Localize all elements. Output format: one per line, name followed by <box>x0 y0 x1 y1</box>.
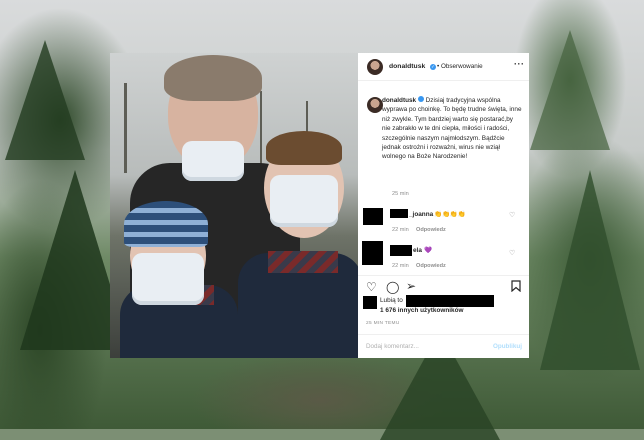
posted-ago: 25 MIN TEMU <box>366 321 400 326</box>
caption-author-avatar[interactable] <box>367 97 383 113</box>
bookmark-icon[interactable] <box>511 280 521 294</box>
add-comment-input[interactable] <box>366 341 486 352</box>
redacted-avatar <box>363 208 383 225</box>
adult-face-mask <box>182 141 244 181</box>
caption-author[interactable]: donaldtusk <box>382 97 416 104</box>
comment-username[interactable]: _joanna <box>409 211 433 218</box>
post-photo[interactable] <box>110 53 358 358</box>
comment-text: 👏👏👏👏 <box>434 211 466 218</box>
comment-like-heart-icon[interactable]: ♡ <box>509 249 515 257</box>
lamp-post <box>260 91 262 171</box>
comment-text: 💜 <box>424 247 432 254</box>
verified-badge-icon: ✓ <box>430 64 436 70</box>
adult-hair <box>164 55 262 101</box>
right-boy-hair <box>266 131 342 165</box>
left-boy-beanie <box>124 201 208 247</box>
author-username[interactable]: donaldtusk <box>389 63 425 70</box>
comment-reply-button[interactable]: Odpowiedz <box>416 227 446 233</box>
post-header: donaldtusk ✓ • Obserwowanie ··· <box>358 53 529 81</box>
share-icon[interactable]: ➢ <box>406 280 416 292</box>
redacted-liker-name <box>406 295 494 307</box>
left-boy-face-mask <box>132 253 204 305</box>
follow-status-button[interactable]: • Obserwowanie <box>437 63 483 70</box>
right-boy-scarf <box>268 251 338 273</box>
likes-prefix: Lubią to <box>380 297 403 304</box>
comment-username[interactable]: ela <box>413 247 422 254</box>
comment-timestamp: 22 min <box>392 227 409 233</box>
instagram-post-card: donaldtusk ✓ • Obserwowanie ··· donaldtu… <box>358 53 529 358</box>
heart-icon[interactable]: ♡ <box>366 281 377 293</box>
comment-reply-button[interactable]: Odpowiedz <box>416 263 446 269</box>
verified-badge-icon <box>417 96 424 102</box>
caption-text: Dzisiaj tradycyjna wspólna wyprawa po ch… <box>382 97 522 161</box>
post-caption: donaldtusk Dzisiaj tradycyjna wspólna wy… <box>382 96 522 162</box>
redacted-liker-avatar <box>363 296 377 309</box>
follow-label[interactable]: Obserwowanie <box>441 63 483 70</box>
add-comment-bar: Opublikuj <box>358 334 529 358</box>
right-boy-face-mask <box>270 175 338 227</box>
redacted-avatar <box>362 241 383 265</box>
comment-icon[interactable]: ◯ <box>386 281 399 293</box>
post-actions-bar: ♡ ◯ ➢ <box>358 275 529 295</box>
redacted-username <box>390 209 408 218</box>
more-options-icon[interactable]: ··· <box>514 59 525 69</box>
bookmark-icon-shape <box>511 280 521 293</box>
bare-tree <box>124 83 127 173</box>
comment-like-heart-icon[interactable]: ♡ <box>509 211 515 219</box>
redacted-username <box>390 245 412 256</box>
background-tree <box>530 30 610 150</box>
publish-button[interactable]: Opublikuj <box>493 343 522 350</box>
background-tree <box>540 170 640 370</box>
likes-others[interactable]: 1 676 innych użytkowników <box>380 307 463 314</box>
author-avatar[interactable] <box>367 59 383 75</box>
background-tree <box>5 40 85 160</box>
comment-timestamp: 22 min <box>392 263 409 269</box>
likes-count[interactable]: 1 676 innych użytkowników <box>380 307 463 314</box>
caption-timestamp: 25 min <box>392 191 409 197</box>
